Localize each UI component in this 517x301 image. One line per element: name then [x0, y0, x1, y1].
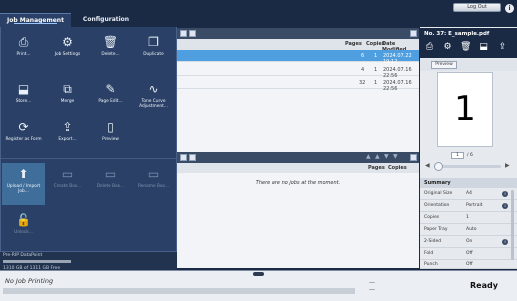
next-page-icon[interactable]: ▶ — [505, 162, 510, 169]
search-icon[interactable] — [180, 30, 187, 37]
menu-item-rename-box[interactable]: ▭ Rename Box... — [132, 163, 175, 199]
panel-resize-handle[interactable] — [253, 272, 264, 276]
prev-page-icon[interactable]: ◀ — [425, 162, 430, 169]
info-icon[interactable]: i — [502, 203, 508, 209]
delete-box-icon: ▭ — [104, 167, 117, 181]
storage-usage-bar — [3, 260, 71, 263]
menu-item-preview[interactable]: ▯ Preview — [89, 116, 132, 152]
summary-heading: Summary — [420, 178, 517, 188]
menu-item-register-form[interactable]: ⟳ Register as Form — [2, 116, 45, 152]
trash-icon: 🗑 — [102, 35, 119, 49]
move-down-icon[interactable]: ▼ — [384, 153, 389, 160]
summary-row: Fold Off — [420, 248, 517, 260]
unlock-icon: 🔓 — [16, 213, 31, 227]
store-icon: ⬓ — [17, 82, 30, 96]
menu-item-export[interactable]: ⇪ Export... — [46, 116, 89, 152]
upload-icon: ⬆ — [18, 167, 29, 181]
job-settings-icon[interactable]: ⚙ — [442, 42, 453, 54]
job-settings-icon: ⚙ — [62, 35, 73, 49]
menu-item-job-settings[interactable]: ⚙ Job Settings — [46, 31, 89, 67]
table-row[interactable]: 32 1 2024.07.16 22:56 — [177, 77, 419, 92]
register-form-icon: ⟳ — [18, 120, 29, 134]
info-icon[interactable]: i — [505, 4, 514, 13]
summary-row: Punch Off — [420, 260, 517, 269]
search-icon[interactable] — [180, 154, 187, 161]
page-total: / 6 — [467, 153, 473, 158]
page-edit-icon: ✎ — [105, 82, 116, 96]
status-dash: — — [369, 286, 375, 293]
print-icon: ⎙ — [18, 35, 29, 49]
menu-item-upload-import[interactable]: ⬆ Upload / Import Job... — [2, 163, 45, 205]
merge-icon: ⧉ — [63, 82, 72, 96]
print-icon[interactable]: ⎙ — [424, 42, 435, 54]
info-icon[interactable]: i — [502, 239, 508, 245]
status-dash: — — [369, 279, 375, 286]
menu-divider — [1, 158, 176, 159]
logout-button[interactable]: Log Out — [453, 3, 501, 12]
menu-item-tone-curve[interactable]: ∿ Tone Curve Adjustment... — [132, 78, 175, 114]
printer-state: Ready — [470, 281, 498, 290]
menu-item-page-edit[interactable]: ✎ Page Edit... — [89, 78, 132, 114]
menu-item-duplicate[interactable]: ❐ Duplicate — [132, 31, 175, 67]
rename-box-icon: ▭ — [147, 167, 160, 181]
create-box-icon: ▭ — [61, 167, 74, 181]
active-tab-indicator — [14, 23, 57, 24]
store-icon[interactable]: ⬓ — [478, 42, 489, 54]
job-list-header: Pages Copies Date Modified — [177, 39, 419, 53]
menu-item-delete[interactable]: 🗑 Delete... — [89, 31, 132, 67]
page-thumbnail[interactable]: 1 — [437, 72, 493, 147]
lower-list-header: Pages Copies — [177, 163, 419, 173]
menu-item-print[interactable]: ⎙ Print... — [2, 31, 45, 67]
expand-icon[interactable] — [410, 154, 417, 161]
preview-icon: ▯ — [107, 120, 114, 134]
menu-item-merge[interactable]: ⧉ Merge — [46, 78, 89, 114]
preview-button[interactable]: Preview — [431, 61, 457, 69]
table-row[interactable]: 4 1 2024.07.16 22:56 — [177, 64, 419, 79]
col-copies[interactable]: Copies — [388, 165, 407, 171]
export-icon: ⇪ — [62, 120, 73, 134]
trash-icon[interactable]: 🗑 — [460, 42, 471, 54]
move-up-icon[interactable]: ▲ — [375, 153, 380, 160]
menu-item-create-box[interactable]: ▭ Create Box... — [46, 163, 89, 199]
page-number-input[interactable]: 1 — [451, 152, 464, 159]
move-top-icon[interactable]: ▲ — [366, 153, 371, 160]
summary-row: Copies 1 — [420, 212, 517, 224]
empty-message: There are no jobs at the moment. — [255, 180, 341, 186]
page-slider[interactable] — [434, 165, 501, 168]
move-bottom-icon[interactable]: ▼ — [393, 153, 398, 160]
filter-icon[interactable] — [189, 154, 196, 161]
filter-icon[interactable] — [189, 30, 196, 37]
col-pages[interactable]: Pages — [345, 41, 362, 47]
tab-job-management[interactable]: Job Management — [0, 13, 71, 27]
tone-curve-icon: ∿ — [148, 82, 159, 96]
summary-row: Paper Tray Auto — [420, 224, 517, 236]
menu-item-store[interactable]: ⬓ Store... — [2, 78, 45, 114]
job-list-toolbar — [177, 28, 419, 39]
menu-item-unlock[interactable]: 🔓 Unlock... — [2, 209, 45, 245]
print-progress-bar — [3, 288, 355, 294]
lower-list-toolbar — [177, 152, 419, 163]
menu-item-delete-box[interactable]: ▭ Delete Box... — [89, 163, 132, 199]
summary-scrollbar[interactable] — [511, 190, 514, 260]
status-message: No Job Printing — [5, 277, 54, 285]
page-slider-knob[interactable] — [434, 162, 443, 171]
table-row[interactable]: 6 1 2024.07.22 19:12 — [177, 50, 419, 65]
expand-icon[interactable] — [410, 30, 417, 37]
job-title: No. 37: E_sample.pdf — [420, 28, 517, 40]
storage-name: Pre-RIP DataPoint — [3, 253, 43, 258]
duplicate-icon: ❐ — [148, 35, 159, 49]
col-pages[interactable]: Pages — [368, 165, 385, 171]
tab-configuration[interactable]: Configuration — [71, 13, 141, 27]
info-icon[interactable]: i — [502, 191, 508, 197]
export-icon[interactable]: ⇪ — [497, 42, 508, 54]
